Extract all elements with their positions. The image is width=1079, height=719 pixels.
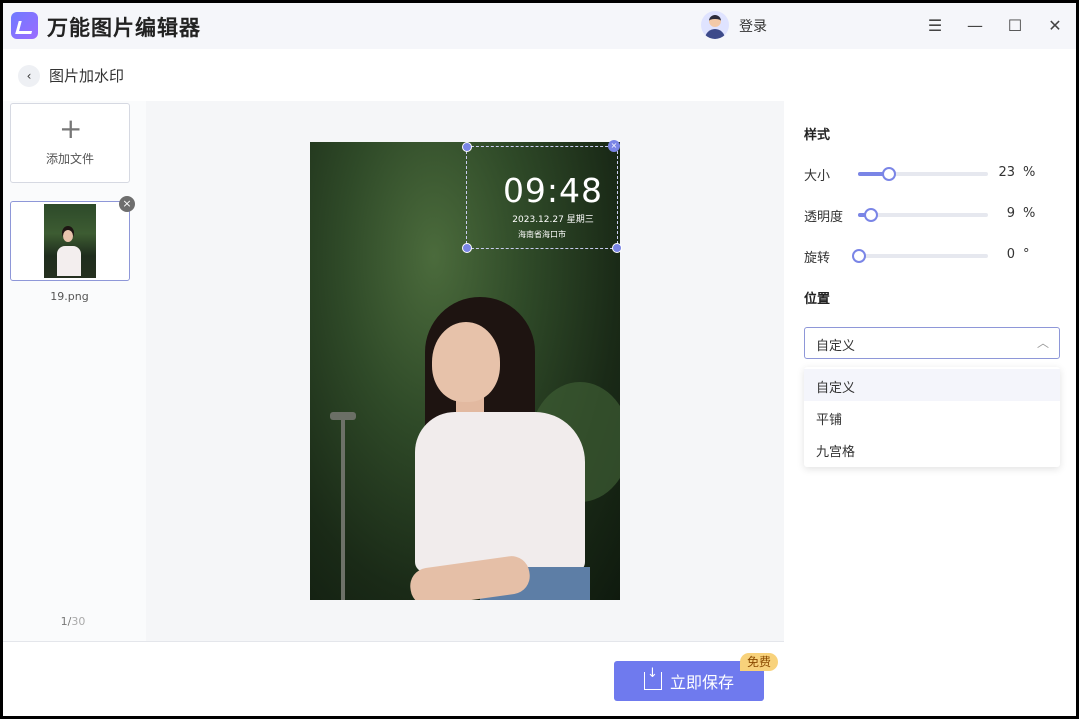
close-icon[interactable]: ✕	[1042, 12, 1068, 38]
plus-icon: +	[59, 112, 83, 145]
watermark-box[interactable]: 09:48 2023.12.27 星期三 海南省海口市	[466, 146, 618, 249]
size-slider-knob[interactable]	[882, 167, 896, 181]
free-badge: 免费	[740, 653, 778, 671]
watermark-place: 海南省海口市	[518, 230, 566, 239]
position-select-value: 自定义	[816, 339, 856, 354]
watermark-time: 09:48	[502, 171, 604, 210]
opacity-unit: %	[1023, 206, 1036, 221]
resize-handle-bottom-left[interactable]	[462, 243, 472, 253]
app-logo-icon	[11, 12, 38, 39]
size-unit: %	[1023, 165, 1036, 180]
watermark-date: 2023.12.27 星期三	[512, 215, 594, 225]
size-label: 大小	[804, 169, 831, 184]
file-name: 19.png	[50, 290, 89, 303]
opacity-slider-knob[interactable]	[864, 208, 878, 222]
chevron-up-icon: ︿	[1036, 336, 1049, 350]
add-file-button[interactable]: + 添加文件	[10, 103, 130, 183]
resize-handle-top-left[interactable]	[462, 142, 472, 152]
size-slider[interactable]	[858, 167, 988, 181]
save-label: 立即保存	[669, 673, 734, 692]
page-total: 30	[71, 615, 86, 628]
remove-file-icon[interactable]: ×	[119, 196, 135, 212]
page-counter: 1/30	[3, 615, 143, 628]
opacity-label: 透明度	[804, 210, 844, 225]
back-icon[interactable]: ‹	[18, 65, 40, 87]
rotate-slider[interactable]	[852, 249, 988, 263]
style-section-title: 样式	[804, 128, 831, 143]
rotate-value: 0	[1006, 247, 1015, 262]
thumbnail-image	[44, 204, 96, 278]
resize-handle-bottom-right[interactable]	[612, 243, 622, 253]
watermark-close-icon[interactable]: ×	[608, 140, 620, 152]
user-avatar[interactable]	[701, 11, 729, 39]
page-current: 1/	[60, 615, 72, 628]
app-window: 万能图片编辑器 登录 ☰ — ☐ ✕ ‹ 图片加水印 + 添加文件 × 19.p…	[3, 3, 1076, 716]
minimize-icon[interactable]: —	[962, 12, 988, 38]
opacity-value: 9	[1006, 206, 1015, 221]
rotate-label: 旋转	[804, 251, 831, 266]
page-header: ‹ 图片加水印	[3, 49, 1076, 101]
size-value: 23	[998, 165, 1015, 180]
rotate-unit: °	[1023, 247, 1030, 262]
add-file-label: 添加文件	[45, 152, 94, 166]
position-option-grid[interactable]: 九宫格	[804, 433, 1060, 465]
maximize-icon[interactable]: ☐	[1002, 12, 1028, 38]
app-title: 万能图片编辑器	[47, 16, 201, 40]
position-option-custom[interactable]: 自定义	[804, 369, 1060, 401]
login-button[interactable]: 登录	[739, 16, 767, 36]
position-dropdown-menu: 自定义 平铺 九宫格	[804, 367, 1060, 467]
page-title: 图片加水印	[49, 67, 125, 85]
menu-icon[interactable]: ☰	[922, 12, 948, 38]
opacity-slider[interactable]	[858, 208, 988, 222]
position-option-tile[interactable]: 平铺	[804, 401, 1060, 433]
position-select[interactable]: 自定义 ︿	[804, 327, 1060, 359]
file-thumbnail[interactable]	[10, 201, 130, 281]
rotate-slider-knob[interactable]	[852, 249, 866, 263]
position-section-title: 位置	[804, 292, 831, 307]
title-bar: 万能图片编辑器 登录 ☰ — ☐ ✕	[3, 3, 1076, 49]
download-icon	[643, 666, 662, 690]
